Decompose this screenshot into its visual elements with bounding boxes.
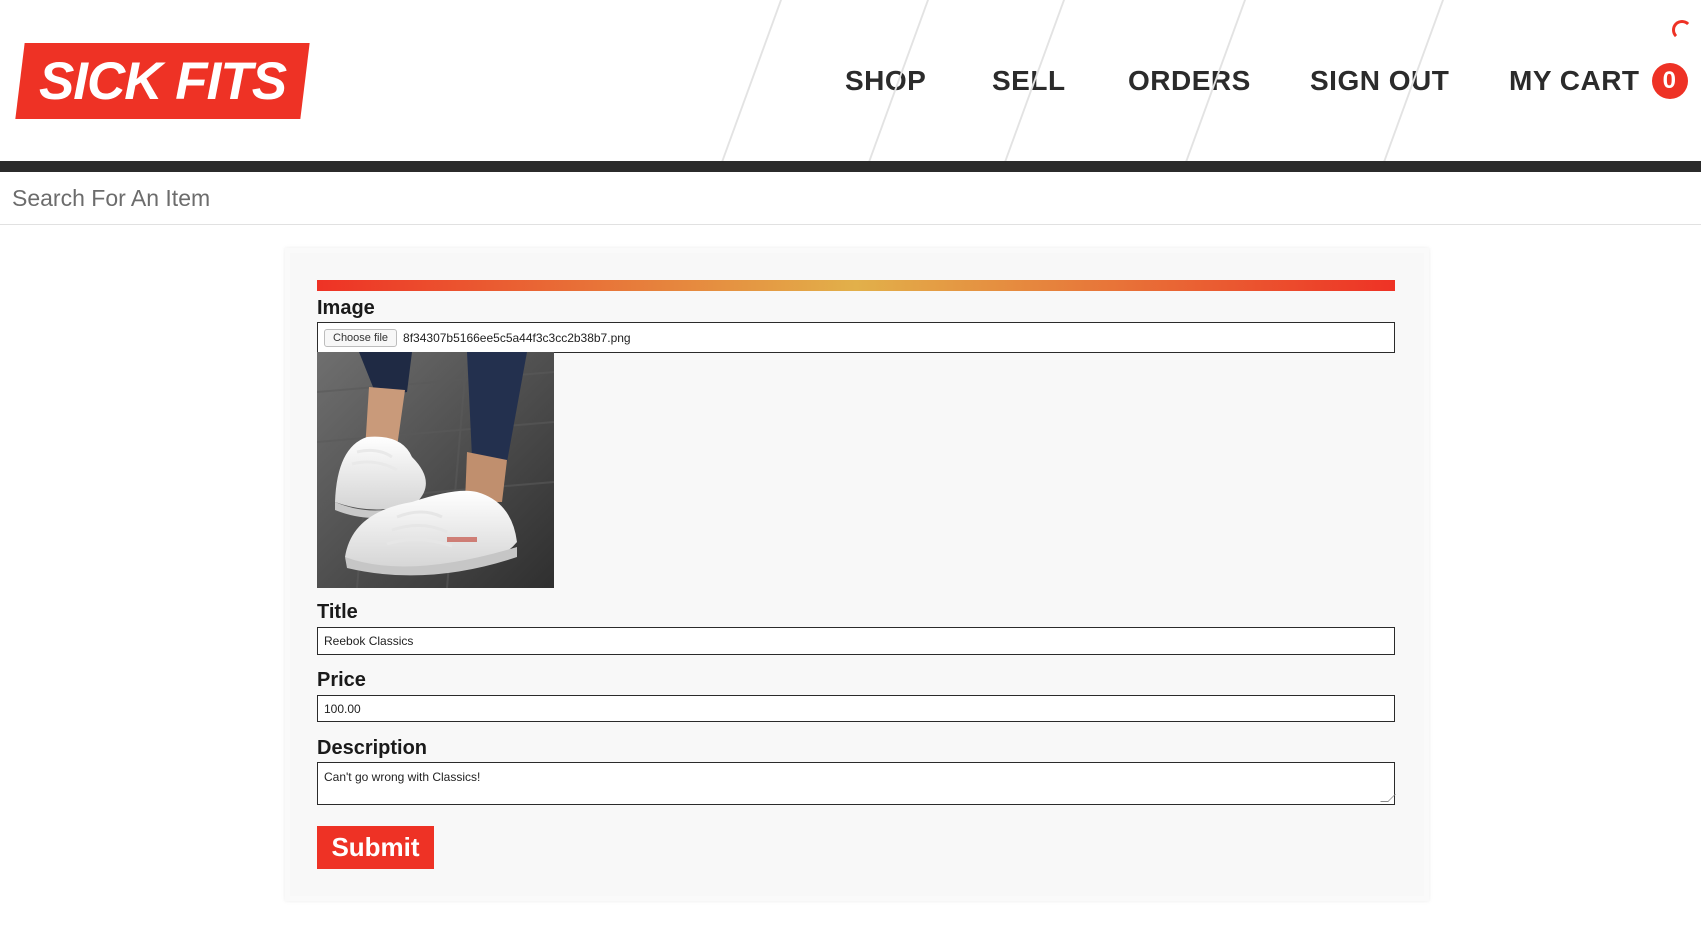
title-label: Title [317,601,358,623]
resize-handle-icon[interactable] [1380,794,1396,802]
price-label: Price [317,669,366,691]
logo-text: SICK FITS [38,51,287,111]
search-input[interactable] [0,172,1701,224]
spinner-icon [1672,20,1692,40]
choose-file-button[interactable]: Choose file [324,328,398,347]
sneaker-photo [317,352,554,588]
nav-divider [721,0,782,161]
nav-cart-label: MY CART [1509,64,1640,96]
sell-item-form: Image Choose file 8f34307b5166ee5c5a44f3… [285,248,1429,901]
nav-signout[interactable]: SIGN OUT [1310,0,1449,161]
main-nav: SHOP SELL ORDERS SIGN OUT MY CART 0 [721,0,1701,161]
image-label: Image [317,297,375,319]
nav-shop[interactable]: SHOP [845,0,926,161]
site-header: SICK FITS SHOP SELL ORDERS SIGN OUT MY C… [0,0,1701,161]
nav-orders[interactable]: ORDERS [1128,0,1251,161]
form-loading-gradient-bar [317,280,1395,291]
title-input[interactable]: Reebok Classics [317,627,1395,655]
description-label: Description [317,737,428,759]
submit-button[interactable]: Submit [317,826,434,869]
price-input[interactable]: 100.00 [317,695,1395,722]
logo[interactable]: SICK FITS [15,43,310,119]
header-bottom-bar [0,161,1701,172]
image-file-input[interactable]: Choose file 8f34307b5166ee5c5a44f3c3cc2b… [317,322,1395,353]
image-preview [317,352,554,588]
file-name: 8f34307b5166ee5c5a44f3c3cc2b38b7.png [403,330,631,345]
description-text: Can't go wrong with Classics! [324,770,481,784]
nav-cart[interactable]: MY CART 0 [1509,0,1688,161]
description-textarea[interactable]: Can't go wrong with Classics! [317,762,1396,805]
search-bar [0,172,1701,225]
cart-count-badge: 0 [1651,62,1688,99]
